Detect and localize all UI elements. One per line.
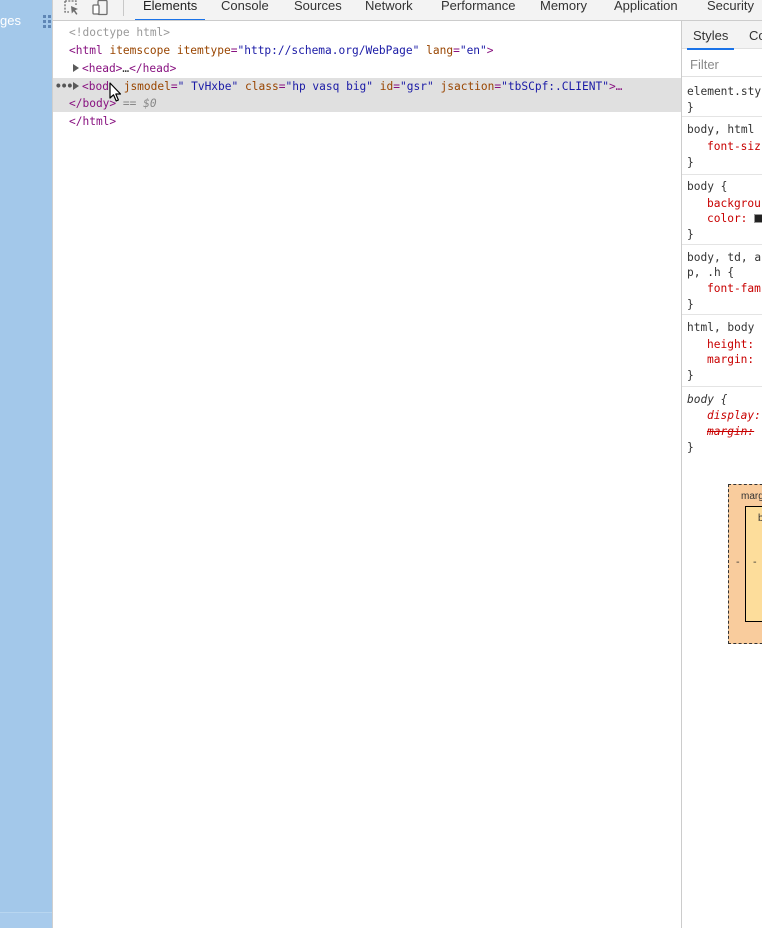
page-text-fragment: ges [0, 13, 21, 28]
border-left-value[interactable]: - [753, 557, 757, 568]
expand-arrow-icon[interactable] [73, 64, 79, 72]
page-footer-strip [0, 912, 52, 928]
styles-pane: Styles Co Filter element.sty } body, htm… [681, 21, 762, 928]
tab-application[interactable]: Application [614, 0, 678, 20]
device-toolbar-icon[interactable] [92, 0, 110, 16]
filter-placeholder: Filter [690, 57, 719, 72]
tab-memory[interactable]: Memory [540, 0, 587, 20]
tab-security[interactable]: Security [707, 0, 754, 20]
tab-computed[interactable]: Co [749, 28, 762, 43]
color-swatch-icon[interactable] [754, 214, 762, 223]
toolbar-divider [123, 0, 124, 16]
margin-left-value[interactable]: - [736, 557, 740, 568]
tab-network[interactable]: Network [365, 0, 413, 20]
tab-styles[interactable]: Styles [686, 28, 735, 50]
style-rule-body-html[interactable]: body, html font-siz } [682, 119, 762, 175]
style-rule-user-agent-body[interactable]: body { display: margin: } [682, 389, 762, 459]
body-open-tag: <bod jsmodel=" TvHxbe" class="hp vasq bi… [82, 80, 623, 93]
tab-sources[interactable]: Sources [294, 0, 342, 20]
box-model-diagram: marg - b - [728, 484, 762, 644]
apps-grid-icon[interactable] [43, 15, 52, 29]
head-tag: <head>…</head> [82, 62, 177, 75]
styles-subtab-bar: Styles Co [682, 21, 762, 50]
html-open-tag: <html itemscope itemtype="http://schema.… [69, 44, 494, 57]
style-rule-html-body[interactable]: html, body height: margin: } [682, 317, 762, 387]
more-actions-icon[interactable]: ••• [55, 78, 73, 95]
devtools-tab-bar: Elements Console Sources Network Perform… [53, 0, 762, 21]
expand-arrow-icon[interactable] [73, 82, 79, 90]
style-rule-body-td[interactable]: body, td, a p, .h { font-fam } [682, 247, 762, 315]
mouse-pointer-icon [109, 82, 123, 104]
dom-doctype-line[interactable]: <!doctype html> [53, 24, 681, 41]
html-close-tag: </html> [69, 115, 117, 128]
inspect-element-icon[interactable] [64, 0, 82, 16]
doctype-text: <!doctype html> [69, 26, 171, 39]
border-label: b [758, 513, 762, 524]
tab-console[interactable]: Console [221, 0, 269, 20]
styles-filter-input[interactable]: Filter [682, 50, 762, 77]
margin-label: marg [741, 491, 762, 502]
dom-html-open-line[interactable]: <html itemscope itemtype="http://schema.… [53, 42, 681, 59]
tab-elements[interactable]: Elements [134, 0, 206, 20]
dom-html-close-line[interactable]: </html> [53, 113, 681, 130]
style-rule-body[interactable]: body { backgrou color: } [682, 177, 762, 245]
tab-performance[interactable]: Performance [441, 0, 515, 20]
page-background-strip: ges [0, 0, 52, 928]
style-rule-element[interactable]: element.sty } [682, 81, 762, 117]
dom-head-line[interactable]: <head>…</head> [53, 60, 681, 77]
devtools-panel: Elements Console Sources Network Perform… [52, 0, 762, 928]
dom-body-line[interactable]: ••• <bod jsmodel=" TvHxbe" class="hp vas… [53, 78, 681, 112]
